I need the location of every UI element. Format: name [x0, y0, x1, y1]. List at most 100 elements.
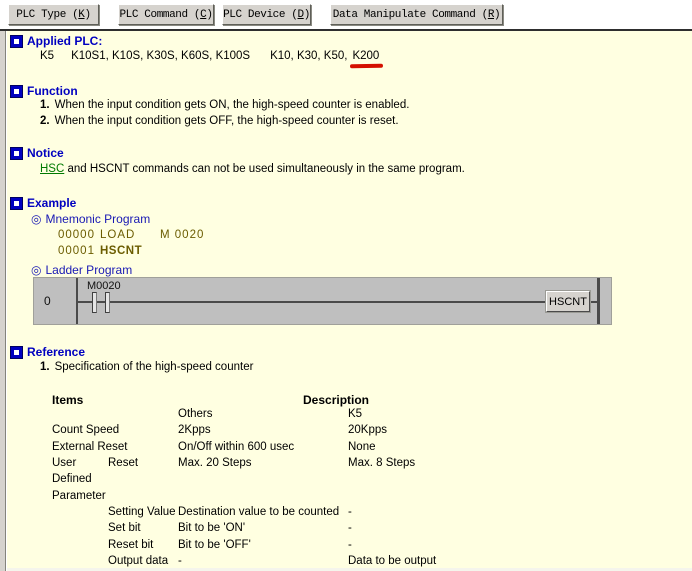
- item-text: Specification of the high-speed counter: [55, 361, 254, 373]
- section-bullet-icon: [10, 346, 23, 359]
- contact-symbol: [92, 292, 97, 313]
- notice-text: HSC and HSCNT commands can not be used s…: [40, 163, 465, 175]
- ladder-right-rail: [597, 278, 600, 324]
- button-label: ): [206, 9, 212, 21]
- rung-line: [77, 301, 599, 303]
- mnemonic-line: 00001 HSCNT: [58, 245, 95, 257]
- section-title-function: Function: [27, 84, 78, 98]
- table-row: Setting ValueDestination value to be cou…: [52, 506, 672, 522]
- table-cell: -: [348, 539, 352, 551]
- table-cell: 20Kpps: [348, 424, 387, 436]
- ladder-diagram: 0 M0020 HSCNT: [33, 277, 612, 325]
- plc-group-k200: K200: [352, 50, 379, 62]
- plc-type-button[interactable]: PLC Type (K): [8, 4, 99, 25]
- table-row: Defined: [52, 473, 672, 489]
- table-row: Set bit Bit to be 'ON' -: [52, 522, 672, 538]
- button-label: Data Manipulate Command (: [333, 9, 488, 21]
- notice-text-rest: and HSCNT commands can not be used simul…: [64, 163, 465, 175]
- section-title-reference: Reference: [27, 345, 85, 359]
- plc-help-window: PLC Type (K) PLC Command (C) PLC Device …: [0, 0, 692, 571]
- button-label: PLC Type (: [16, 9, 78, 21]
- table-cell: Setting Value: [108, 506, 176, 518]
- function-item: 1. When the input condition gets ON, the …: [40, 99, 409, 111]
- plc-group: K10, K30, K50,: [270, 50, 347, 62]
- table-cell: User: [52, 457, 76, 469]
- sub-label-text: Mnemonic Program: [45, 212, 150, 226]
- data-manipulate-command-button[interactable]: Data Manipulate Command (R): [330, 4, 503, 25]
- table-header-description: Description: [303, 393, 369, 407]
- table-row: Parameter: [52, 490, 672, 506]
- mnemonic-line: 00000 LOAD M 0020: [58, 229, 95, 241]
- section-bullet-icon: [10, 85, 23, 98]
- mnemonic-program-label: ◎ Mnemonic Program: [31, 212, 150, 226]
- table-row: Reset bit Bit to be 'OFF' -: [52, 539, 672, 555]
- table-cell: Output data: [108, 555, 168, 567]
- button-label: PLC Device (: [223, 9, 297, 21]
- spec-table-body: Others K5 Count Speed 2Kpps 20Kpps External R…: [52, 408, 672, 568]
- function-item: 2. When the input condition gets OFF, the…: [40, 115, 399, 127]
- table-cell: Bit to be 'OFF': [178, 539, 251, 551]
- ladder-program-label: ◎ Ladder Program: [31, 263, 132, 277]
- item-number: 1.: [40, 361, 50, 373]
- table-cell: Others: [178, 408, 213, 420]
- table-row: UserResetMax. 20 StepsMax. 8 Steps: [52, 457, 672, 473]
- section-title-applied-plc: Applied PLC:: [27, 34, 102, 48]
- ring-bullet-icon: ◎: [31, 212, 41, 226]
- ladder-row-number: 0: [44, 294, 51, 308]
- item-number: 1.: [40, 99, 50, 111]
- left-border-strip: [0, 31, 6, 571]
- table-cell: On/Off within 600 usec: [178, 441, 294, 453]
- red-underline-marker: [350, 64, 383, 69]
- table-cell: Set bit: [108, 522, 141, 534]
- applied-plc-list: K5 K10S1, K10S, K30S, K60S, K100S K10, K30…: [40, 50, 379, 62]
- button-label: PLC Command (: [119, 9, 200, 21]
- toolbar: PLC Type (K) PLC Command (C) PLC Device …: [0, 0, 692, 29]
- table-cell: External Reset: [52, 441, 127, 453]
- plc-command-button[interactable]: PLC Command (C): [118, 4, 214, 25]
- button-label: ): [304, 9, 310, 21]
- output-box-label: HSCNT: [549, 296, 587, 308]
- table-cell: K5: [348, 408, 362, 420]
- table-cell: Data to be output: [348, 555, 436, 567]
- mnemonic-opcode: LOAD: [100, 229, 135, 241]
- plc-group-label: K200: [352, 50, 379, 62]
- table-cell: Bit to be 'ON': [178, 522, 245, 534]
- plc-group: K10S1, K10S, K30S, K60S, K100S: [71, 50, 250, 62]
- item-text: When the input condition gets OFF, the h…: [55, 115, 399, 127]
- section-title-example: Example: [27, 196, 76, 210]
- table-cell: -: [348, 522, 352, 534]
- section-bullet-icon: [10, 35, 23, 48]
- table-cell: -: [178, 555, 182, 567]
- sub-label-text: Ladder Program: [45, 263, 132, 277]
- table-row: External Reset On/Off within 600 usec None: [52, 441, 672, 457]
- hsc-link[interactable]: HSC: [40, 163, 64, 175]
- button-label: ): [85, 9, 91, 21]
- button-label: ): [494, 9, 500, 21]
- section-bullet-icon: [10, 147, 23, 160]
- table-cell: Parameter: [52, 490, 106, 502]
- table-cell: None: [348, 441, 376, 453]
- plc-device-button[interactable]: PLC Device (D): [222, 4, 311, 25]
- table-cell: Reset: [108, 457, 138, 469]
- table-cell: Defined: [52, 473, 92, 485]
- table-row: Count Speed 2Kpps 20Kpps: [52, 424, 672, 440]
- table-cell: Count Speed: [52, 424, 119, 436]
- section-bullet-icon: [10, 197, 23, 210]
- section-title-notice: Notice: [27, 146, 64, 160]
- mnemonic-operand: M 0020: [160, 229, 204, 241]
- mnemonic-address: 00000: [58, 229, 95, 241]
- reference-item: 1. Specification of the high-speed counte…: [40, 361, 253, 373]
- item-number: 2.: [40, 115, 50, 127]
- plc-group: K5: [40, 50, 54, 62]
- contact-label: M0020: [87, 280, 121, 292]
- table-cell: Reset bit: [108, 539, 153, 551]
- table-cell: 2Kpps: [178, 424, 211, 436]
- mnemonic-address: 00001: [58, 245, 95, 257]
- table-cell: -: [348, 506, 352, 518]
- table-cell: Max. 8 Steps: [348, 457, 415, 469]
- ring-bullet-icon: ◎: [31, 263, 41, 277]
- item-text: When the input condition gets ON, the hi…: [55, 99, 410, 111]
- output-box: HSCNT: [546, 291, 590, 312]
- contact-symbol: [105, 292, 110, 313]
- mnemonic-opcode: HSCNT: [100, 245, 142, 257]
